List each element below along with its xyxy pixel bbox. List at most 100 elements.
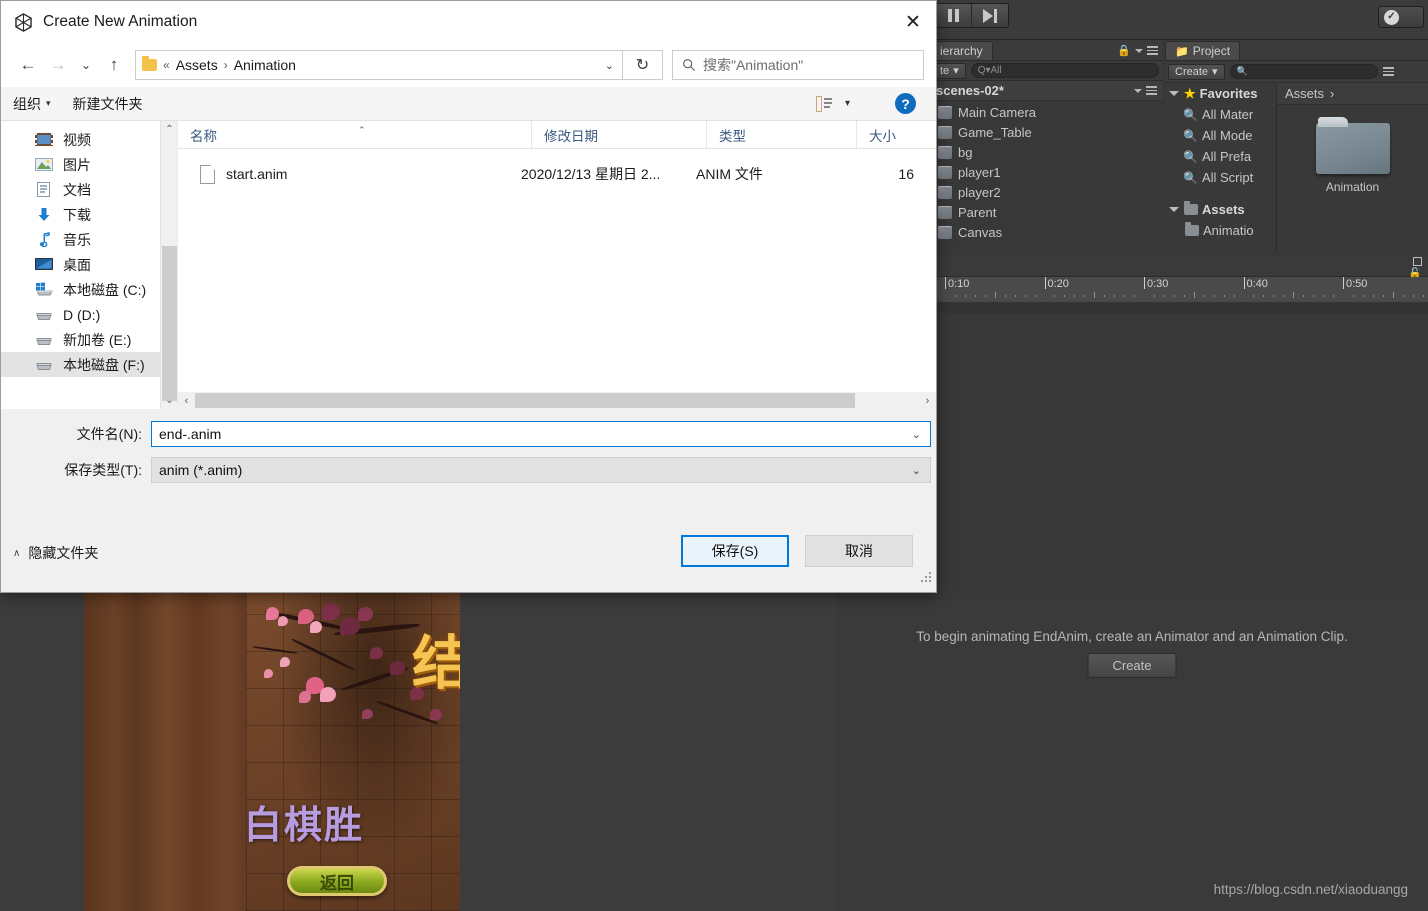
list-item[interactable]: Main Camera [930,102,1162,122]
tab-hierarchy[interactable]: ierarchy [930,41,993,60]
column-header-name[interactable]: 名称 [178,121,531,148]
file-list-hscrollbar[interactable]: ‹ › [178,392,936,409]
view-mode-control[interactable]: ▾ [815,95,850,112]
list-item[interactable]: player1 [930,162,1162,182]
list-item[interactable]: Parent [930,202,1162,222]
close-icon[interactable]: ✕ [890,1,936,43]
tree-item-favorites[interactable]: ★ Favorites [1165,83,1276,104]
sidebar-item-drive-e[interactable]: 新加卷 (E:) [1,327,177,352]
hierarchy-search-input[interactable]: Q▾All [970,63,1159,78]
save-button[interactable]: 保存(S) [681,535,789,567]
breadcrumb-assets[interactable]: Assets [1285,86,1324,101]
timeline-major-tick [1343,277,1344,289]
list-item[interactable]: player2 [930,182,1162,202]
resize-grip[interactable] [921,572,933,584]
hierarchy-scene-row[interactable]: scenes-02* [930,81,1162,101]
sidebar-item-downloads[interactable]: 下载 [1,202,177,227]
sidebar-item-videos[interactable]: 视频 [1,127,177,152]
list-item[interactable]: Game_Table [930,122,1162,142]
scroll-down-icon[interactable]: ⌄ [161,392,177,409]
column-header-modified[interactable]: 修改日期 [531,121,706,148]
back-button[interactable]: 返回 [287,866,387,896]
scroll-left-icon[interactable]: ‹ [178,392,195,409]
sidebar-item-music[interactable]: 音乐 [1,227,177,252]
refresh-button[interactable]: ↻ [623,50,663,80]
hierarchy-create-button[interactable]: te ▾ [933,62,966,79]
chevron-down-icon[interactable]: ⌄ [912,464,921,477]
chevron-right-icon: › [1330,86,1335,101]
asset-item-animation[interactable]: Animation [1277,117,1428,194]
pause-icon [948,9,959,22]
menu-icon[interactable] [1146,86,1157,95]
chevron-down-icon[interactable] [1134,88,1142,93]
dialog-titlebar: Create New Animation ✕ [1,1,936,43]
tree-item-all-prefabs[interactable]: 🔍 All Prefa [1165,146,1276,167]
pause-button[interactable] [936,4,972,27]
chevron-down-icon[interactable] [1169,91,1179,96]
organize-button[interactable]: 组织 ▾ [13,94,51,114]
timeline-ruler[interactable]: 0:10 0:20 0:30 0:40 0:50 [930,277,1428,302]
chevron-down-icon[interactable]: ▾ [845,98,850,109]
chevron-down-icon[interactable] [1135,48,1143,53]
breadcrumb-animation[interactable]: Animation [234,57,296,73]
chevron-down-icon[interactable]: ⌄ [605,59,614,72]
tree-item-assets[interactable]: Assets [1165,199,1276,220]
tree-item-animation[interactable]: Animatio [1165,220,1276,241]
list-item[interactable]: Canvas [930,222,1162,242]
tree-item-label: Assets [1202,202,1245,217]
filename-input[interactable]: end-.anim ⌄ [151,421,931,447]
sidebar-item-desktop[interactable]: 桌面 [1,252,177,277]
lock-icon[interactable]: 🔒 [1117,44,1131,57]
project-create-button[interactable]: Create ▾ [1168,63,1225,80]
timeline-subtick [1263,295,1265,297]
search-input[interactable]: 搜索"Animation" [672,50,924,80]
hierarchy-panel-tools: 🔒 [1117,44,1158,57]
recent-locations-button[interactable]: ⌄ [73,50,99,80]
chevron-up-icon: ∧ [13,547,21,559]
sidebar-item-label: 视频 [63,131,91,148]
scrollbar-thumb[interactable] [195,393,855,408]
maximize-icon[interactable] [1413,257,1422,266]
column-header-type[interactable]: 类型 [706,121,856,148]
tree-item-all-materials[interactable]: 🔍 All Mater [1165,104,1276,125]
tree-item-all-models[interactable]: 🔍 All Mode [1165,125,1276,146]
collab-toggle[interactable]: ✓ [1378,6,1424,28]
filetype-select[interactable]: anim (*.anim) ⌄ [151,457,931,483]
sidebar-item-local-disk-f[interactable]: 本地磁盘 (F:) [1,352,177,377]
tree-item-all-scripts[interactable]: 🔍 All Script [1165,167,1276,188]
desktop-icon [35,257,53,273]
forward-button[interactable]: → [43,50,73,80]
cancel-button[interactable]: 取消 [805,535,913,567]
timeline-tick-label: 0:30 [1147,278,1169,290]
breadcrumb: Assets › [1277,83,1428,105]
chevron-down-icon[interactable]: ⌄ [912,428,921,441]
up-button[interactable]: ↑ [99,50,129,80]
scrollbar-thumb[interactable] [162,246,177,401]
hide-folders-toggle[interactable]: ∧ 隐藏文件夹 [13,543,98,563]
column-header-size[interactable]: 大小 [856,121,936,148]
sidebar-item-pictures[interactable]: 图片 [1,152,177,177]
sidebar-item-drive-d[interactable]: D (D:) [1,302,177,327]
chevron-down-icon[interactable] [1169,207,1179,212]
step-button[interactable] [972,4,1008,27]
table-row[interactable]: start.anim 2020/12/13 星期日 2... ANIM 文件 1… [178,159,936,189]
back-button[interactable]: ← [13,50,43,80]
list-item[interactable]: bg [930,142,1162,162]
create-button[interactable]: Create [1087,653,1177,678]
sidebar-item-local-disk-c[interactable]: 本地磁盘 (C:) [1,277,177,302]
project-layout-icon[interactable] [1382,67,1394,76]
scroll-up-icon[interactable]: ⌃ [161,121,177,138]
navigation-scrollbar[interactable]: ⌃ ⌄ [160,121,177,409]
address-bar[interactable]: « Assets › Animation ⌄ [135,50,623,80]
menu-icon[interactable] [1147,46,1158,55]
scroll-right-icon[interactable]: › [919,392,936,409]
asset-label: Animation [1325,180,1380,194]
tab-project[interactable]: 📁 Project [1165,41,1241,60]
timeline-subtick [1233,295,1235,297]
timeline-subtick [1024,295,1026,297]
new-folder-button[interactable]: 新建文件夹 [73,94,143,114]
project-search-input[interactable]: 🔍 [1229,64,1378,79]
sidebar-item-documents[interactable]: 文档 [1,177,177,202]
breadcrumb-assets[interactable]: Assets [176,57,218,73]
help-button[interactable]: ? [895,93,916,114]
